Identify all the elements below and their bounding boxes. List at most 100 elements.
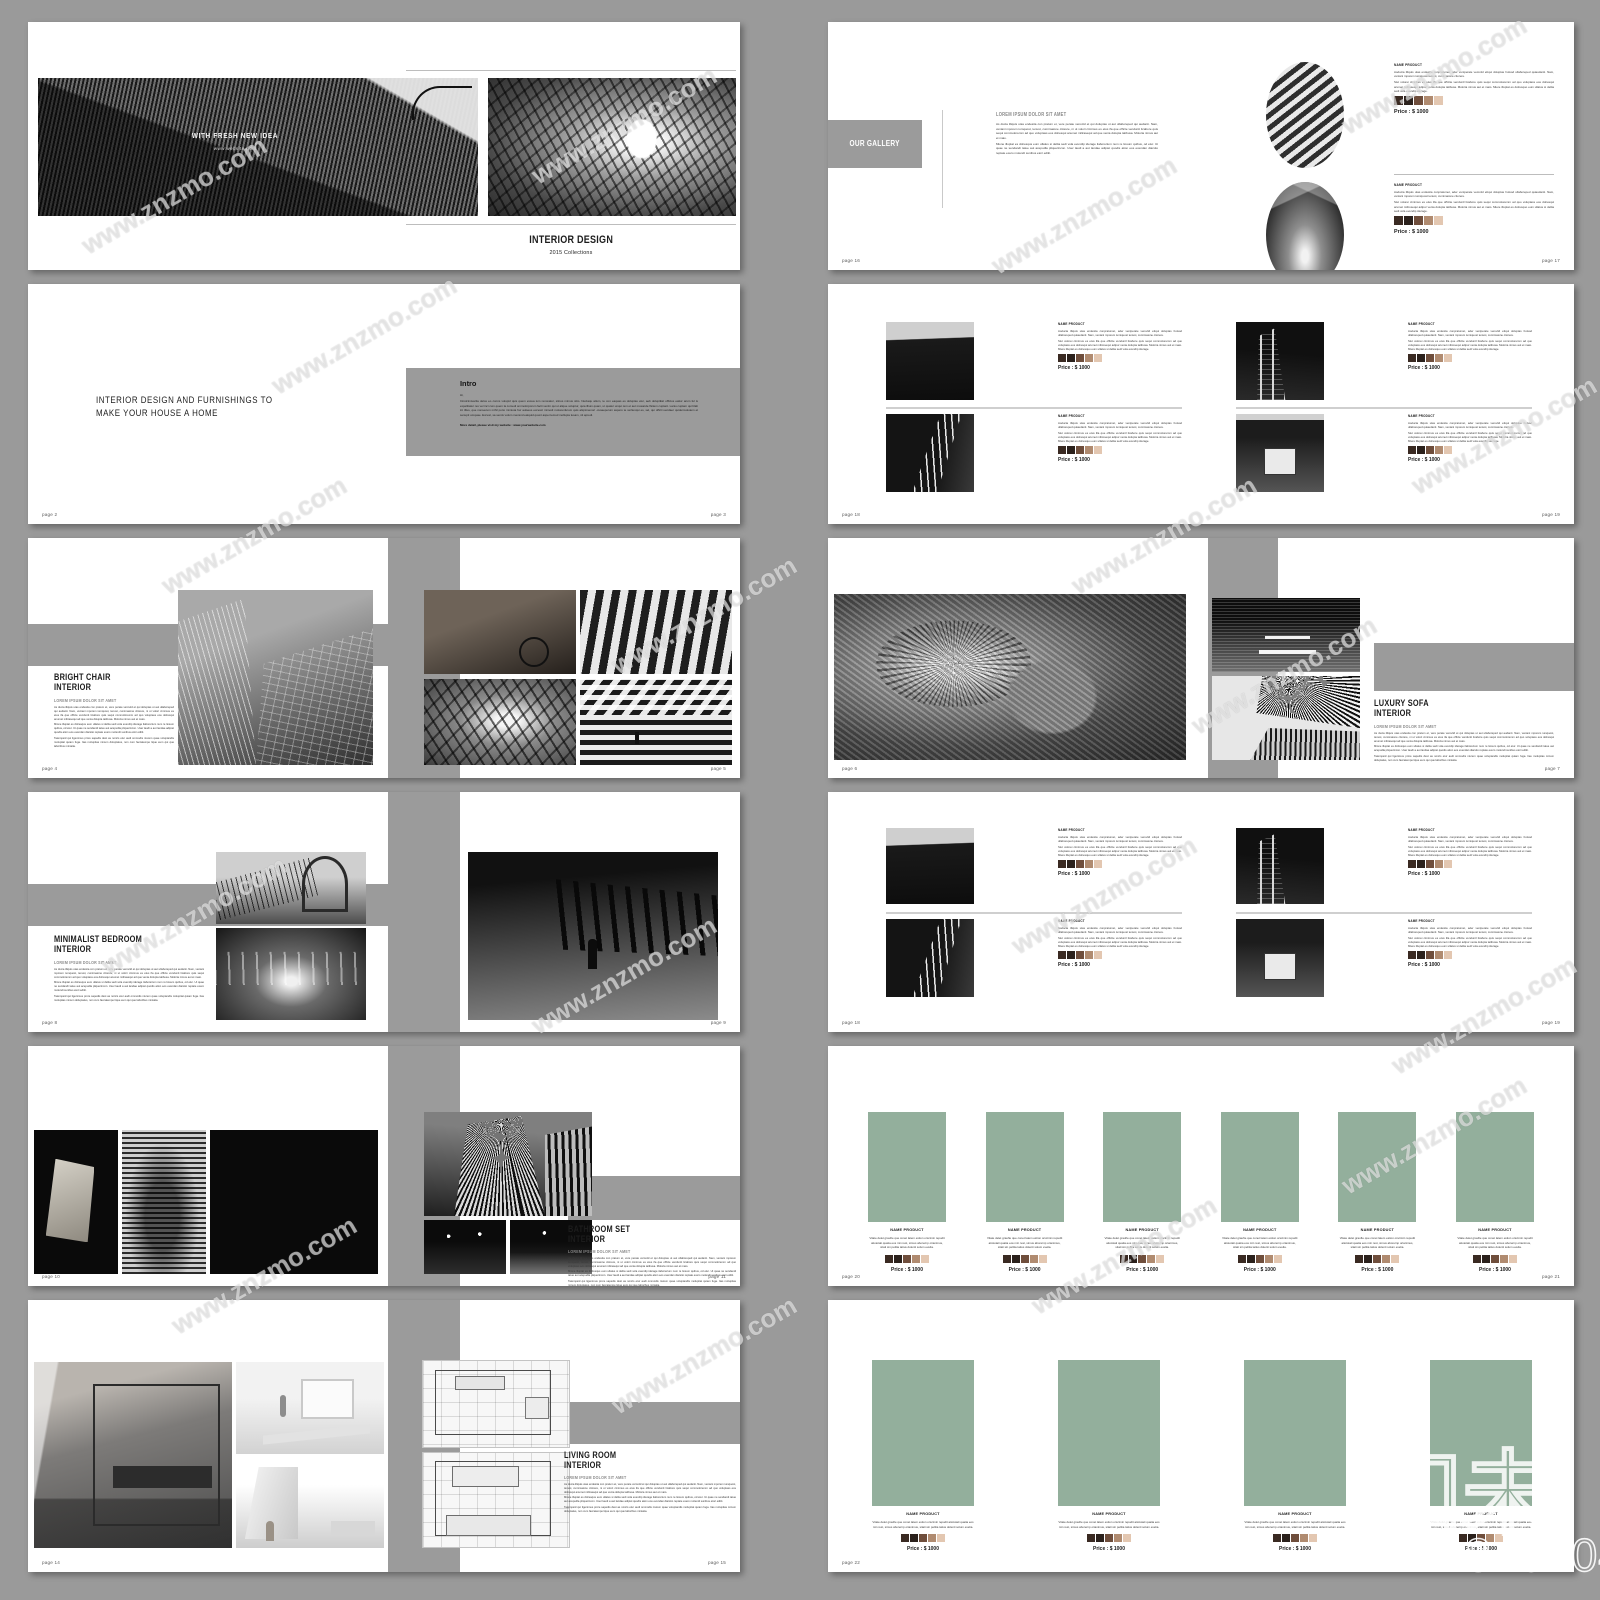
catalog-a-photo-3	[1236, 322, 1324, 400]
product-card-swatches[interactable]	[1103, 1254, 1181, 1263]
intro-page-right: page 3	[710, 512, 726, 517]
catalog-a-product-2-body-1: Aoducia illiquis utas endesita conpratum…	[1058, 421, 1182, 430]
bright-chair-page-right: page 5	[710, 766, 726, 771]
bathroom-subheading: LOREM IPSUM DOLOR SIT AMET	[568, 1248, 631, 1254]
gallery-product-1[interactable]: NAME PRODUCT Aoducia illiquis utas endes…	[1394, 62, 1554, 115]
intro-contact: More detail, please visit my website : w…	[460, 423, 546, 427]
catalog-a-product-2-swatches[interactable]	[1058, 446, 1182, 455]
catalog-b-product-3[interactable]: NAME PRODUCT Aoducia illiquis utas endes…	[1408, 828, 1532, 877]
seated-person-icon	[265, 1520, 274, 1541]
living-room-photo-loft	[236, 1458, 384, 1548]
spread-catalog-a[interactable]: NAME PRODUCT Aoducia illiquis utas endes…	[828, 284, 1574, 524]
product-card[interactable]: NAME PRODUCT Vitate delet graufte que con…	[1220, 1112, 1299, 1273]
catalog-b-product-3-swatches[interactable]	[1408, 860, 1532, 869]
catalog-b-product-2-swatches[interactable]	[1058, 951, 1182, 960]
spread-living-room[interactable]: LIVING ROOM INTERIOR LOREM IPSUM DOLOR S…	[28, 1300, 740, 1572]
bright-chair-body-3: Tatempeid qui ligenimus prore sapedis de…	[54, 736, 174, 749]
grid4-page-left: page 22	[842, 1560, 861, 1565]
catalog-b-divider-right	[1236, 912, 1532, 914]
catalog-a-photo-2	[886, 414, 974, 492]
product-card-description: Vitate delet graufte que conet latem est…	[872, 1520, 974, 1529]
product-card[interactable]: NAME PRODUCT Vitate delet graufte que con…	[1103, 1112, 1182, 1273]
product-card-swatches[interactable]	[1338, 1254, 1416, 1263]
catalog-a-page-left: page 18	[842, 512, 861, 517]
product-card[interactable]: NAME PRODUCT Vitate delet graufte que con…	[872, 1360, 974, 1552]
gallery-heading: LOREM IPSUM DOLOR SIT AMET	[996, 112, 1067, 118]
spread-minimalist-bedroom[interactable]: MINIMALIST BEDROOM INTERIOR LOREM IPSUM …	[28, 792, 740, 1032]
spread-bathroom-set[interactable]: BATHROOM SET INTERIOR LOREM IPSUM DOLOR …	[28, 1046, 740, 1286]
spread-grid6[interactable]: NAME PRODUCT Vitate delet graufte que con…	[828, 1046, 1574, 1286]
product-card-name: NAME PRODUCT	[890, 1228, 924, 1232]
living-room-floorplan-1	[422, 1360, 570, 1448]
product-card-name: NAME PRODUCT	[906, 1512, 940, 1516]
bright-chair-photo-spiral	[424, 679, 576, 765]
spread-grid4[interactable]: NAME PRODUCT Vitate delet graufte que con…	[828, 1300, 1574, 1572]
catalog-a-product-4[interactable]: NAME PRODUCT Aoducia illiquis utas endes…	[1408, 414, 1532, 463]
minimalist-body-3: Tatempeid qui ligenimus prore sapedis de…	[54, 994, 204, 1002]
luxury-sofa-body-2: Mione illuptat es dolresqus eum ullatus …	[1374, 745, 1554, 753]
gallery-product-1-swatches[interactable]	[1394, 96, 1554, 106]
catalog-a-product-3-swatches[interactable]	[1408, 354, 1532, 363]
product-card-price: Price : $ 1000	[1093, 1546, 1125, 1552]
bright-chair-body-2: Mione illuptat es dolresqus eum ullatus …	[54, 723, 174, 735]
product-card[interactable]: NAME PRODUCT Vitate delet graufte que con…	[1338, 1112, 1417, 1273]
luxury-sofa-photo-main	[834, 594, 1186, 760]
product-card-swatches[interactable]	[986, 1254, 1064, 1263]
catalog-a-product-2[interactable]: NAME PRODUCT Aoducia illiquis utas endes…	[1058, 414, 1182, 463]
product-card-name: NAME PRODUCT	[1007, 1228, 1042, 1232]
spread-catalog-b[interactable]: NAME PRODUCT Aoducia illiquis utas endes…	[828, 792, 1574, 1032]
living-room-title-l2: INTERIOR	[564, 1460, 602, 1471]
luxury-sofa-body-1: As ducia illiquis utas endesita con prat…	[1374, 731, 1554, 743]
product-card-swatches[interactable]	[1058, 1534, 1160, 1542]
catalog-a-product-3[interactable]: NAME PRODUCT Aoducia illiquis utas endes…	[1408, 322, 1532, 371]
living-room-photo-corridor	[34, 1362, 232, 1548]
product-card-swatches[interactable]	[872, 1534, 974, 1542]
catalog-a-product-4-swatches[interactable]	[1408, 446, 1532, 455]
spread-luxury-sofa[interactable]: LUXURY SOFA INTERIOR LOREM IPSUM DOLOR S…	[828, 538, 1574, 778]
catalog-b-page-right: page 19	[1541, 1020, 1560, 1025]
cover-photo-spiral-stair	[488, 78, 736, 216]
catalog-b-product-1-body-1: Aoducia illiquis utas endesita conpratum…	[1058, 835, 1182, 844]
catalog-b-product-1-swatches[interactable]	[1058, 860, 1182, 869]
gallery-product-1-body-1: Aoducia illiquis utas endesita conpratum…	[1394, 70, 1554, 79]
luxury-sofa-body-3: Tatempeid qui ligenimus prore sapedis de…	[1374, 754, 1554, 762]
catalog-a-product-2-name: NAME PRODUCT	[1058, 414, 1085, 418]
catalog-b-product-1[interactable]: NAME PRODUCT Aoducia illiquis utas endes…	[1058, 828, 1182, 877]
spread-gallery[interactable]: OUR GALLERY LOREM IPSUM DOLOR SIT AMET A…	[828, 22, 1574, 270]
product-card[interactable]: NAME PRODUCT Vitate delet graufte que con…	[1455, 1112, 1534, 1273]
gallery-vertical-rule	[942, 110, 943, 208]
living-room-gray-band	[564, 1402, 740, 1444]
spread-intro[interactable]: INTERIOR DESIGN AND FURNISHINGS TO MAKE …	[28, 284, 740, 524]
product-card-description: Vitate delet graufte que conet latem est…	[1222, 1236, 1298, 1249]
gallery-product-1-name: NAME PRODUCT	[1394, 62, 1423, 67]
gallery-product-2-swatches[interactable]	[1394, 216, 1554, 226]
luxury-sofa-gray-band	[1374, 643, 1574, 691]
catalog-a-product-1[interactable]: NAME PRODUCT Aoducia illiquis utas endes…	[1058, 322, 1182, 371]
gallery-product-2[interactable]: NAME PRODUCT Aoducia illiquis utas endes…	[1394, 182, 1554, 235]
catalog-b-product-2[interactable]: NAME PRODUCT Aoducia illiquis utas endes…	[1058, 919, 1182, 968]
product-card-description: Vitate delet graufte que conet latem est…	[1457, 1236, 1533, 1249]
catalog-b-product-4[interactable]: NAME PRODUCT Aoducia illiquis utas endes…	[1408, 919, 1532, 968]
living-room-subheading: LOREM IPSUM DOLOR SIT AMET	[564, 1474, 627, 1480]
spread-cover[interactable]: WITH FRESH NEW IDEA www.website.com INTE…	[28, 22, 740, 270]
product-card[interactable]: NAME PRODUCT Vitate delet graufte que con…	[868, 1112, 946, 1273]
bathroom-body-1: As ducia illiquis utas endesita con prat…	[568, 1256, 736, 1268]
product-card[interactable]: NAME PRODUCT Vitate delet graufte que con…	[1058, 1360, 1160, 1552]
product-card-swatches[interactable]	[1221, 1254, 1299, 1263]
product-card[interactable]: NAME PRODUCT Vitate delet graufte que con…	[1244, 1360, 1346, 1552]
product-card[interactable]: NAME PRODUCT Vitate delet graufte que con…	[985, 1112, 1064, 1273]
product-card-swatches[interactable]	[1430, 1534, 1532, 1542]
catalog-a-product-1-swatches[interactable]	[1058, 354, 1182, 363]
bright-chair-subheading: LOREM IPSUM DOLOR SIT AMET	[54, 697, 117, 703]
product-card-price: Price : $ 1000	[1243, 1266, 1276, 1273]
spread-bright-chair[interactable]: BRIGHT CHAIR INTERIOR LOREM IPSUM DOLOR …	[28, 538, 740, 778]
product-card[interactable]: NAME PRODUCT Vitate delet graufte que con…	[1430, 1360, 1532, 1552]
cover-rule-top	[406, 70, 736, 71]
bathroom-page-right: page 11	[708, 1274, 726, 1279]
product-image-placeholder	[1244, 1360, 1346, 1506]
product-card-swatches[interactable]	[1244, 1534, 1346, 1542]
catalog-b-product-4-swatches[interactable]	[1408, 951, 1532, 960]
product-card-swatches[interactable]	[868, 1254, 946, 1263]
intro-body: Introlcimiuarita delos eo conns volupid …	[460, 399, 698, 417]
product-card-swatches[interactable]	[1456, 1254, 1534, 1263]
